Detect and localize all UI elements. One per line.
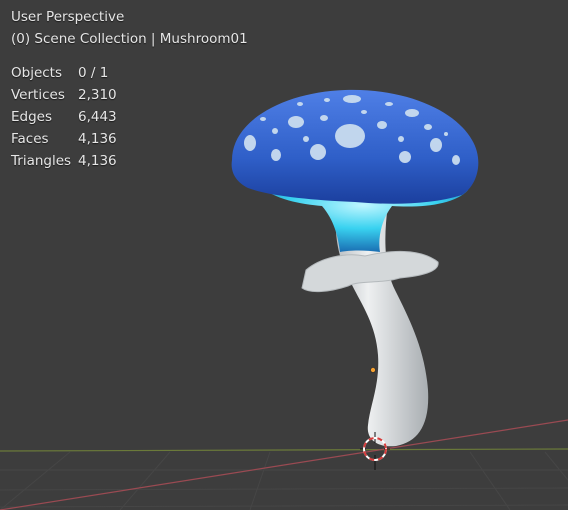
viewport-info-overlay: User Perspective (0) Scene Collection | … — [11, 6, 248, 172]
origin-point-icon[interactable] — [370, 367, 376, 373]
stat-label: Vertices — [11, 87, 65, 103]
stat-label: Objects — [11, 65, 63, 81]
view-name: User Perspective — [11, 9, 125, 25]
stat-value: 4,136 — [78, 131, 117, 147]
stat-value: 0 / 1 — [78, 65, 109, 81]
collection-info: (0) Scene Collection | Mushroom01 — [11, 31, 248, 47]
stat-row-vertices: Vertices 2,310 — [11, 84, 117, 106]
stat-label: Faces — [11, 131, 49, 147]
scene-statistics: Objects 0 / 1 Vertices 2,310 Edges 6,443… — [11, 62, 117, 172]
3d-viewport[interactable]: User Perspective (0) Scene Collection | … — [0, 0, 568, 510]
stat-row-triangles: Triangles 4,136 — [11, 150, 117, 172]
stat-value: 6,443 — [78, 109, 117, 125]
stat-label: Edges — [11, 109, 53, 125]
stat-value: 4,136 — [78, 153, 117, 169]
stat-row-faces: Faces 4,136 — [11, 128, 117, 150]
stat-row-edges: Edges 6,443 — [11, 106, 117, 128]
stat-row-objects: Objects 0 / 1 — [11, 62, 117, 84]
stat-label: Triangles — [11, 153, 72, 169]
stat-value: 2,310 — [78, 87, 117, 103]
